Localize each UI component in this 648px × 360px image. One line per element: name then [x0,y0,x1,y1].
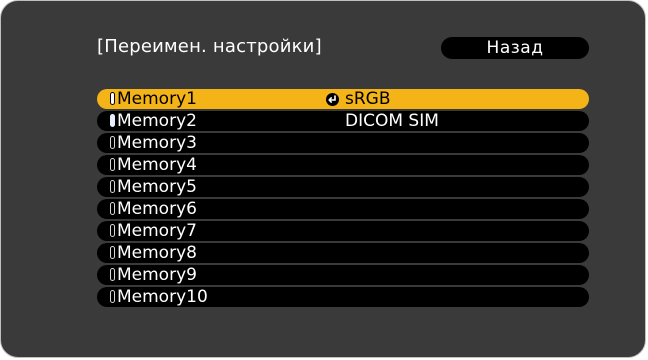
memory-level-icon [110,114,115,127]
memory-label: Memory7 [117,221,197,241]
memory-level-icon [110,180,115,193]
memory-item-1[interactable]: Memory1 sRGB [97,89,589,109]
memory-label: Memory6 [117,199,197,219]
memory-level-icon [110,92,115,105]
menu-title: [Переимен. настройки] [97,36,322,57]
memory-label: Memory4 [117,155,197,175]
memory-label: Memory8 [117,243,197,263]
memory-value: sRGB [345,89,391,109]
memory-level-icon [110,158,115,171]
memory-item-3[interactable]: Memory3 [97,133,589,153]
memory-label: Memory10 [117,287,208,307]
memory-value: DICOM SIM [345,111,439,131]
enter-icon [326,93,339,106]
memory-label: Memory3 [117,133,197,153]
osd-menu-panel: [Переимен. настройки] Назад Memory1 sRGB… [0,0,646,358]
back-button[interactable]: Назад [441,37,589,59]
memory-label: Memory1 [117,89,197,109]
memory-label: Memory9 [117,265,197,285]
memory-item-9[interactable]: Memory9 [97,265,589,285]
memory-item-6[interactable]: Memory6 [97,199,589,219]
memory-list: Memory1 sRGB Memory2 DICOM SIM Memory3 M… [97,89,589,309]
memory-item-2[interactable]: Memory2 DICOM SIM [97,111,589,131]
memory-item-4[interactable]: Memory4 [97,155,589,175]
memory-label: Memory2 [117,111,197,131]
memory-level-icon [110,136,115,149]
memory-level-icon [110,290,115,303]
memory-level-icon [110,246,115,259]
memory-level-icon [110,224,115,237]
memory-item-7[interactable]: Memory7 [97,221,589,241]
memory-level-icon [110,202,115,215]
memory-item-5[interactable]: Memory5 [97,177,589,197]
memory-item-8[interactable]: Memory8 [97,243,589,263]
memory-level-icon [110,268,115,281]
memory-label: Memory5 [117,177,197,197]
memory-item-10[interactable]: Memory10 [97,287,589,307]
